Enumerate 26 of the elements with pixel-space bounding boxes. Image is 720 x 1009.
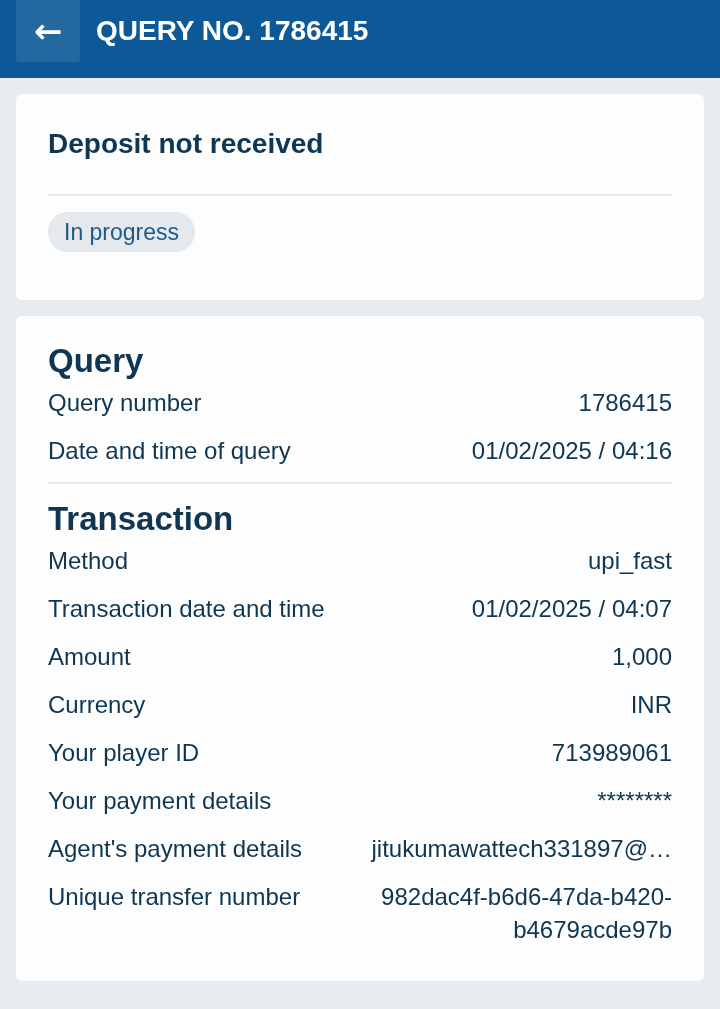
- back-button[interactable]: ←: [16, 0, 80, 62]
- field-value: INR: [630, 690, 672, 720]
- field-value: ********: [597, 786, 672, 816]
- field-value: upi_fast: [587, 546, 672, 576]
- field-value: 01/02/2025 / 04:07: [471, 594, 672, 624]
- field-value: 1786415: [578, 388, 672, 418]
- field-label: Your payment details: [48, 786, 273, 816]
- field-label: Currency: [48, 690, 147, 720]
- section-title: Query: [48, 341, 145, 381]
- field-value: 982dac4f-b6d6-47da-b420-b4679acde97b: [380, 882, 672, 945]
- field-value: jitukumawattech331897@…: [371, 834, 672, 864]
- field-label: Transaction date and time: [48, 594, 326, 624]
- status-badge: In progress: [48, 212, 196, 252]
- field-label: Unique transfer number: [48, 882, 302, 912]
- field-value: 713989061: [551, 738, 672, 768]
- query-subject: Deposit not received: [48, 127, 324, 161]
- field-label: Agent's payment details: [48, 834, 304, 864]
- page-title: QUERY NO. 1786415: [96, 14, 369, 48]
- field-value: 1,000: [611, 642, 672, 672]
- field-label: Date and time of query: [48, 436, 292, 466]
- field-value: 01/02/2025 / 04:16: [471, 436, 672, 466]
- field-label: Amount: [48, 642, 132, 672]
- field-label: Method: [48, 546, 130, 576]
- section-title: Transaction: [48, 499, 235, 539]
- field-label: Your player ID: [48, 738, 201, 768]
- field-label: Query number: [48, 388, 203, 418]
